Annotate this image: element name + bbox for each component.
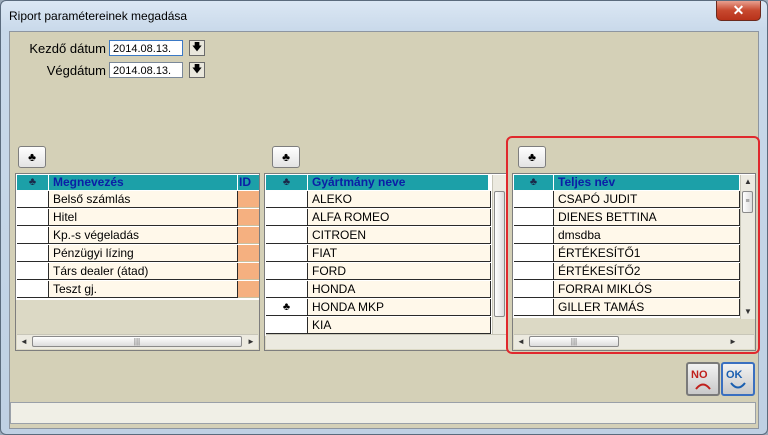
row-name-cell[interactable]: Belső számlás (49, 191, 238, 208)
table-row[interactable]: Kp.-s végeladás (17, 227, 259, 245)
row-selector[interactable]: ♣ (266, 299, 308, 316)
row-id-cell[interactable] (238, 209, 259, 226)
table-row[interactable]: ♣ HONDA MKP (266, 299, 491, 317)
grid2-horizontal-scrollbar[interactable] (266, 334, 506, 349)
row-id-cell[interactable] (238, 245, 259, 262)
start-date-label: Kezdő dátum (29, 41, 106, 56)
row-name-cell[interactable]: ALFA ROMEO (308, 209, 491, 226)
row-selector[interactable] (266, 245, 308, 262)
row-name-cell[interactable]: HONDA (308, 281, 491, 298)
table-row[interactable]: Társ dealer (átad) (17, 263, 259, 281)
table-row[interactable]: HONDA (266, 281, 491, 299)
scroll-right-icon[interactable]: ► (244, 335, 258, 349)
row-selector[interactable] (17, 227, 49, 244)
row-name-cell[interactable]: CITROEN (308, 227, 491, 244)
grid1-selector-header[interactable]: ♣ (17, 175, 49, 190)
window-title: Riport paramétereinek megadása (9, 9, 188, 23)
manufacturer-grid: ♣ Gyártmány neve ALEKO ALFA ROMEO CITROEN F… (264, 173, 508, 351)
grid2-select-all-button[interactable]: ♣ (272, 146, 300, 168)
end-date-field[interactable]: 2014.08.13. (109, 62, 183, 78)
table-row[interactable]: FORD (266, 263, 491, 281)
scrollbar-thumb[interactable] (494, 191, 505, 317)
row-selector[interactable] (266, 191, 308, 208)
row-name-cell[interactable]: Kp.-s végeladás (49, 227, 238, 244)
row-selector[interactable] (266, 281, 308, 298)
table-row[interactable]: Pénzügyi lízing (17, 245, 259, 263)
scroll-left-icon[interactable]: ◄ (17, 335, 31, 349)
grid1-header-name[interactable]: Megnevezés (49, 175, 238, 190)
row-name-cell[interactable]: ALEKO (308, 191, 491, 208)
no-face-icon: NO (691, 369, 711, 390)
row-id-cell[interactable] (238, 191, 259, 208)
grid2-vertical-scrollbar[interactable] (492, 175, 507, 335)
row-name-cell[interactable]: Hitel (49, 209, 238, 226)
end-date-label: Végdátum (46, 63, 106, 78)
table-row[interactable]: KIA (266, 317, 491, 335)
grid2-header-name[interactable]: Gyártmány neve (308, 175, 489, 190)
row-name-cell[interactable]: Társ dealer (átad) (49, 263, 238, 280)
table-row[interactable]: ALFA ROMEO (266, 209, 491, 227)
start-date-field[interactable]: 2014.08.13. (109, 40, 183, 56)
close-button[interactable]: ✕ (716, 1, 761, 21)
row-name-cell[interactable]: FIAT (308, 245, 491, 262)
row-selector[interactable] (17, 245, 49, 262)
payment-mode-grid: ♣ Megnevezés ID Belső számlás Hitel Kp.-s … (15, 173, 260, 351)
row-selector[interactable] (17, 191, 49, 208)
grid2-selector-header[interactable]: ♣ (266, 175, 308, 190)
ok-face-icon: OK (726, 369, 746, 389)
start-date-dropdown-button[interactable]: 🡇 (189, 40, 205, 56)
row-selector[interactable] (17, 263, 49, 280)
report-parameters-window: Riport paramétereinek megadása ✕ Kezdő d… (0, 0, 768, 435)
club-icon: ♣ (282, 150, 290, 164)
row-id-cell[interactable] (238, 263, 259, 280)
table-row[interactable]: Belső számlás (17, 191, 259, 209)
row-selector[interactable] (17, 281, 49, 298)
down-arrow-icon: 🡇 (191, 42, 203, 53)
table-row[interactable]: ALEKO (266, 191, 491, 209)
club-icon: ♣ (28, 150, 36, 164)
no-label: NO (691, 369, 708, 381)
grid1-horizontal-scrollbar[interactable]: ◄ ||| ► (17, 334, 258, 349)
row-selector[interactable] (266, 263, 308, 280)
row-selector[interactable] (266, 209, 308, 226)
grid1-header-id[interactable]: ID (238, 175, 259, 190)
table-row[interactable]: CITROEN (266, 227, 491, 245)
no-button[interactable]: NO (686, 362, 720, 396)
highlight-frame (506, 136, 760, 354)
grid1-select-all-button[interactable]: ♣ (18, 146, 46, 168)
row-name-cell[interactable]: Pénzügyi lízing (49, 245, 238, 262)
status-bar (10, 402, 756, 424)
table-row[interactable]: Hitel (17, 209, 259, 227)
scrollbar-thumb[interactable]: ||| (32, 336, 242, 347)
row-selector[interactable] (17, 209, 49, 226)
table-row[interactable]: FIAT (266, 245, 491, 263)
row-name-cell[interactable]: KIA (308, 317, 491, 334)
row-selector[interactable] (266, 317, 308, 334)
row-name-cell[interactable]: FORD (308, 263, 491, 280)
end-date-dropdown-button[interactable]: 🡇 (189, 62, 205, 78)
title-bar[interactable]: Riport paramétereinek megadása ✕ (1, 1, 767, 31)
row-id-cell[interactable] (238, 281, 259, 298)
ok-button[interactable]: OK (721, 362, 755, 396)
row-name-cell[interactable]: Teszt gj. (49, 281, 238, 298)
table-row[interactable]: Teszt gj. (17, 281, 259, 299)
row-selector[interactable] (266, 227, 308, 244)
down-arrow-icon: 🡇 (191, 64, 203, 75)
row-name-cell[interactable]: HONDA MKP (308, 299, 491, 316)
close-icon: ✕ (732, 2, 745, 18)
row-id-cell[interactable] (238, 227, 259, 244)
ok-label: OK (726, 369, 743, 381)
